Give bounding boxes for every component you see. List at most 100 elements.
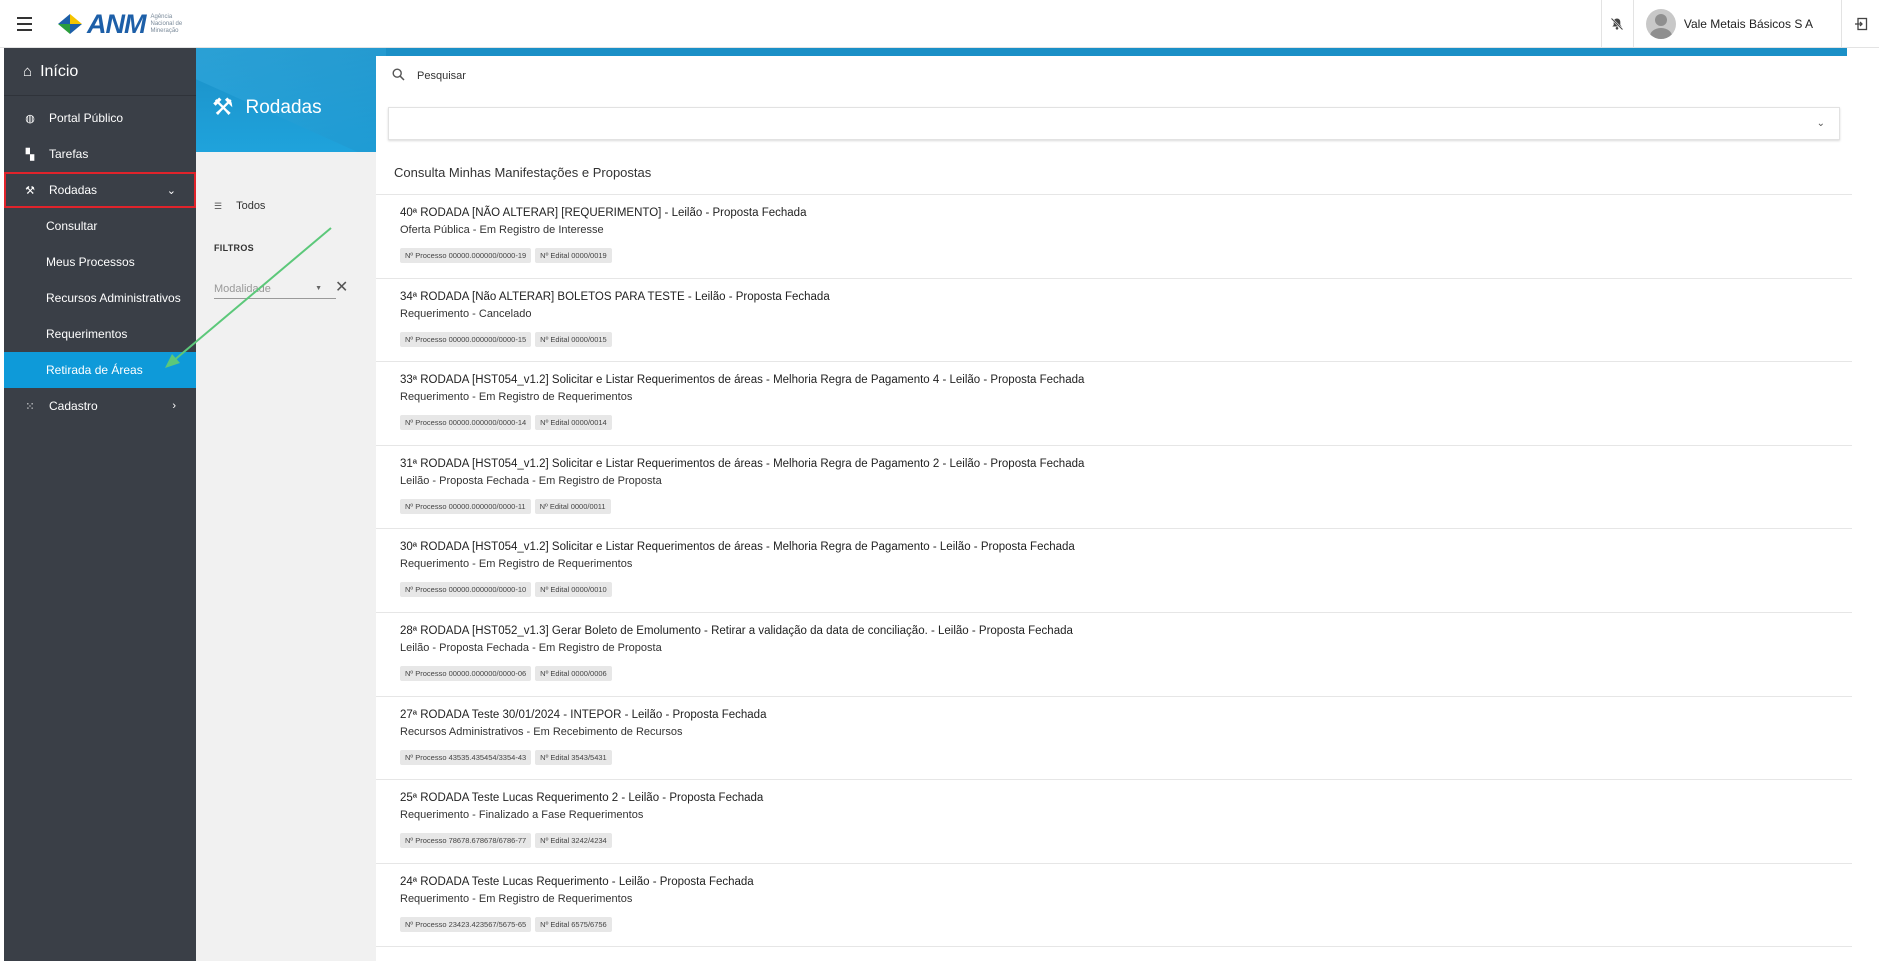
processo-badge: Nº Processo 78678.678678/6786-77 bbox=[400, 833, 532, 849]
list-item[interactable]: 33ª RODADA [HST054_v1.2] Solicitar e Lis… bbox=[376, 362, 1852, 446]
processo-badge: Nº Processo 00000.000000/0000-06 bbox=[400, 665, 532, 681]
sidebar-home-label: Início bbox=[40, 62, 79, 80]
edital-badge: Nº Edital 0000/0011 bbox=[534, 498, 611, 514]
sidebar-item-label: Rodadas bbox=[49, 183, 98, 197]
filters-panel: ☰ Todos FILTROS Modalidade ▼ ✕ bbox=[196, 152, 376, 961]
item-status: Requerimento - Em Registro de Requerimen… bbox=[400, 892, 633, 905]
search-bar[interactable]: Pesquisar bbox=[376, 56, 1852, 96]
item-status: Recursos Administrativos - Em Recebiment… bbox=[400, 725, 683, 738]
dashboard-icon: ▚ bbox=[25, 148, 35, 161]
right-scrollbar-area[interactable] bbox=[1853, 48, 1879, 961]
item-status: Requerimento - Em Registro de Requerimen… bbox=[400, 391, 633, 404]
collapse-panel[interactable]: ⌄ bbox=[388, 107, 1840, 140]
edital-badge: Nº Edital 0000/0014 bbox=[535, 415, 612, 431]
sidebar-item-label: Portal Público bbox=[49, 111, 124, 125]
processo-badge: Nº Processo 43535.435454/3354-43 bbox=[400, 749, 532, 765]
page-title-text: Rodadas bbox=[245, 96, 322, 118]
anm-logo-mark-icon bbox=[58, 14, 82, 34]
sidebar: ⌂ Início ◍ Portal Público ▚ Tarefas ⚒ Ro… bbox=[4, 48, 196, 961]
sidebar-item-portal-publico[interactable]: ◍ Portal Público bbox=[4, 100, 196, 136]
bell-off-icon bbox=[1611, 17, 1624, 31]
sidebar-home[interactable]: ⌂ Início bbox=[4, 48, 196, 96]
list-header: Consulta Minhas Manifestações e Proposta… bbox=[376, 150, 1852, 195]
sidebar-subitem-requerimentos[interactable]: Requerimentos bbox=[4, 316, 196, 352]
filters-heading: FILTROS bbox=[214, 243, 254, 253]
sidebar-item-label: Cadastro bbox=[49, 399, 98, 413]
list-item[interactable]: 28ª RODADA [HST052_v1.3] Gerar Boleto de… bbox=[376, 613, 1852, 697]
item-status: Requerimento - Finalizado a Fase Requeri… bbox=[400, 809, 644, 822]
sidebar-subitem-consultar[interactable]: Consultar bbox=[4, 208, 196, 244]
logout-button[interactable] bbox=[1841, 0, 1879, 48]
list-item[interactable]: 34ª RODADA [Não ALTERAR] BOLETOS PARA TE… bbox=[376, 279, 1852, 363]
dropdown-arrow-icon: ▼ bbox=[315, 285, 322, 292]
item-status: Leilão - Proposta Fechada - Em Registro … bbox=[400, 474, 662, 487]
list-item[interactable]: 40ª RODADA [NÃO ALTERAR] [REQUERIMENTO] … bbox=[376, 195, 1852, 279]
logout-icon bbox=[1854, 17, 1867, 31]
item-status: Requerimento - Em Registro de Requerimen… bbox=[400, 558, 633, 571]
search-input[interactable]: Pesquisar bbox=[417, 70, 466, 82]
item-title: 27ª RODADA Teste 30/01/2024 - INTEPOR - … bbox=[400, 708, 767, 721]
user-name: Vale Metais Básicos S A bbox=[1683, 17, 1813, 31]
item-title: 30ª RODADA [HST054_v1.2] Solicitar e Lis… bbox=[400, 541, 1075, 554]
item-title: 31ª RODADA [HST054_v1.2] Solicitar e Lis… bbox=[400, 457, 1085, 470]
chevron-right-icon: › bbox=[172, 400, 176, 412]
processo-badge: Nº Processo 23423.423567/5675-65 bbox=[400, 916, 532, 932]
list-item[interactable]: 30ª RODADA [HST054_v1.2] Solicitar e Lis… bbox=[376, 529, 1852, 613]
menu-icon[interactable] bbox=[14, 13, 36, 35]
list-item[interactable]: 27ª RODADA Teste 30/01/2024 - INTEPOR - … bbox=[376, 697, 1852, 781]
filter-all-label: Todos bbox=[236, 200, 266, 212]
sidebar-subitem-recursos-administrativos[interactable]: Recursos Administrativos bbox=[4, 280, 196, 316]
item-status: Leilão - Proposta Fechada - Em Registro … bbox=[400, 641, 662, 654]
list-item[interactable]: 25ª RODADA Teste Lucas Requerimento 2 - … bbox=[376, 780, 1852, 864]
notifications-button[interactable] bbox=[1600, 0, 1633, 48]
edital-badge: Nº Edital 0000/0015 bbox=[535, 331, 612, 347]
avatar bbox=[1645, 9, 1676, 39]
home-icon: ⌂ bbox=[23, 63, 33, 80]
item-title: 25ª RODADA Teste Lucas Requerimento 2 - … bbox=[400, 792, 764, 805]
gavel-icon: ⚒ bbox=[25, 184, 35, 197]
sidebar-item-rodadas[interactable]: ⚒ Rodadas ⌄ bbox=[4, 172, 196, 208]
edital-badge: Nº Edital 0000/0019 bbox=[535, 248, 612, 263]
grid-icon: ⁙ bbox=[25, 400, 35, 413]
modalidade-placeholder: Modalidade bbox=[214, 282, 271, 295]
list-icon: ☰ bbox=[214, 200, 223, 211]
edital-badge: Nº Edital 3242/4234 bbox=[535, 833, 612, 849]
chevron-down-icon: ⌄ bbox=[1816, 118, 1825, 129]
user-menu[interactable]: Vale Metais Básicos S A bbox=[1632, 0, 1841, 48]
processo-badge: Nº Processo 00000.000000/0000-15 bbox=[400, 331, 532, 347]
globe-icon: ◍ bbox=[25, 112, 35, 125]
processo-badge: Nº Processo 00000.000000/0000-10 bbox=[400, 582, 532, 598]
sidebar-subitem-meus-processos[interactable]: Meus Processos bbox=[4, 244, 196, 280]
processo-badge: Nº Processo 00000.000000/0000-11 bbox=[400, 498, 531, 514]
clear-filter-icon[interactable]: ✕ bbox=[335, 280, 348, 296]
list-item[interactable]: 31ª RODADA [HST054_v1.2] Solicitar e Lis… bbox=[376, 446, 1852, 530]
item-status: Requerimento - Cancelado bbox=[400, 307, 532, 320]
modalidade-select[interactable]: Modalidade ▼ bbox=[214, 279, 336, 299]
search-icon bbox=[392, 68, 405, 84]
edital-badge: Nº Edital 0000/0006 bbox=[535, 665, 612, 681]
results-list: 40ª RODADA [NÃO ALTERAR] [REQUERIMENTO] … bbox=[376, 195, 1852, 948]
anm-logo[interactable]: ANM Agência Nacional de Mineração bbox=[56, 8, 191, 40]
sidebar-item-tarefas[interactable]: ▚ Tarefas bbox=[4, 136, 196, 172]
item-title: 34ª RODADA [Não ALTERAR] BOLETOS PARA TE… bbox=[400, 290, 830, 303]
item-title: 40ª RODADA [NÃO ALTERAR] [REQUERIMENTO] … bbox=[400, 207, 807, 219]
gavel-icon: ⚒ bbox=[212, 94, 234, 121]
sidebar-item-label: Tarefas bbox=[49, 147, 89, 161]
sidebar-subitem-retirada-de-areas[interactable]: Retirada de Áreas bbox=[4, 352, 196, 388]
item-title: 28ª RODADA [HST052_v1.3] Gerar Boleto de… bbox=[400, 624, 1073, 637]
sidebar-item-cadastro[interactable]: ⁙ Cadastro › bbox=[4, 388, 196, 424]
logo-subtitle: Agência Nacional de Mineração bbox=[150, 13, 183, 34]
edital-badge: Nº Edital 0000/0010 bbox=[535, 582, 612, 598]
logo-text: ANM bbox=[87, 8, 146, 39]
item-status: Oferta Pública - Em Registro de Interess… bbox=[400, 224, 604, 236]
top-bar: ANM Agência Nacional de Mineração Vale M… bbox=[0, 0, 1879, 48]
processo-badge: Nº Processo 00000.000000/0000-19 bbox=[400, 248, 532, 263]
filter-all[interactable]: ☰ Todos bbox=[214, 200, 265, 212]
list-item[interactable]: 24ª RODADA Teste Lucas Requerimento - Le… bbox=[376, 864, 1852, 948]
chevron-down-icon: ⌄ bbox=[166, 184, 176, 197]
item-title: 24ª RODADA Teste Lucas Requerimento - Le… bbox=[400, 875, 754, 888]
edital-badge: Nº Edital 6575/6756 bbox=[535, 916, 612, 932]
edital-badge: Nº Edital 3543/5431 bbox=[535, 749, 612, 765]
page-title: ⚒ Rodadas bbox=[212, 93, 322, 122]
item-title: 33ª RODADA [HST054_v1.2] Solicitar e Lis… bbox=[400, 374, 1085, 387]
